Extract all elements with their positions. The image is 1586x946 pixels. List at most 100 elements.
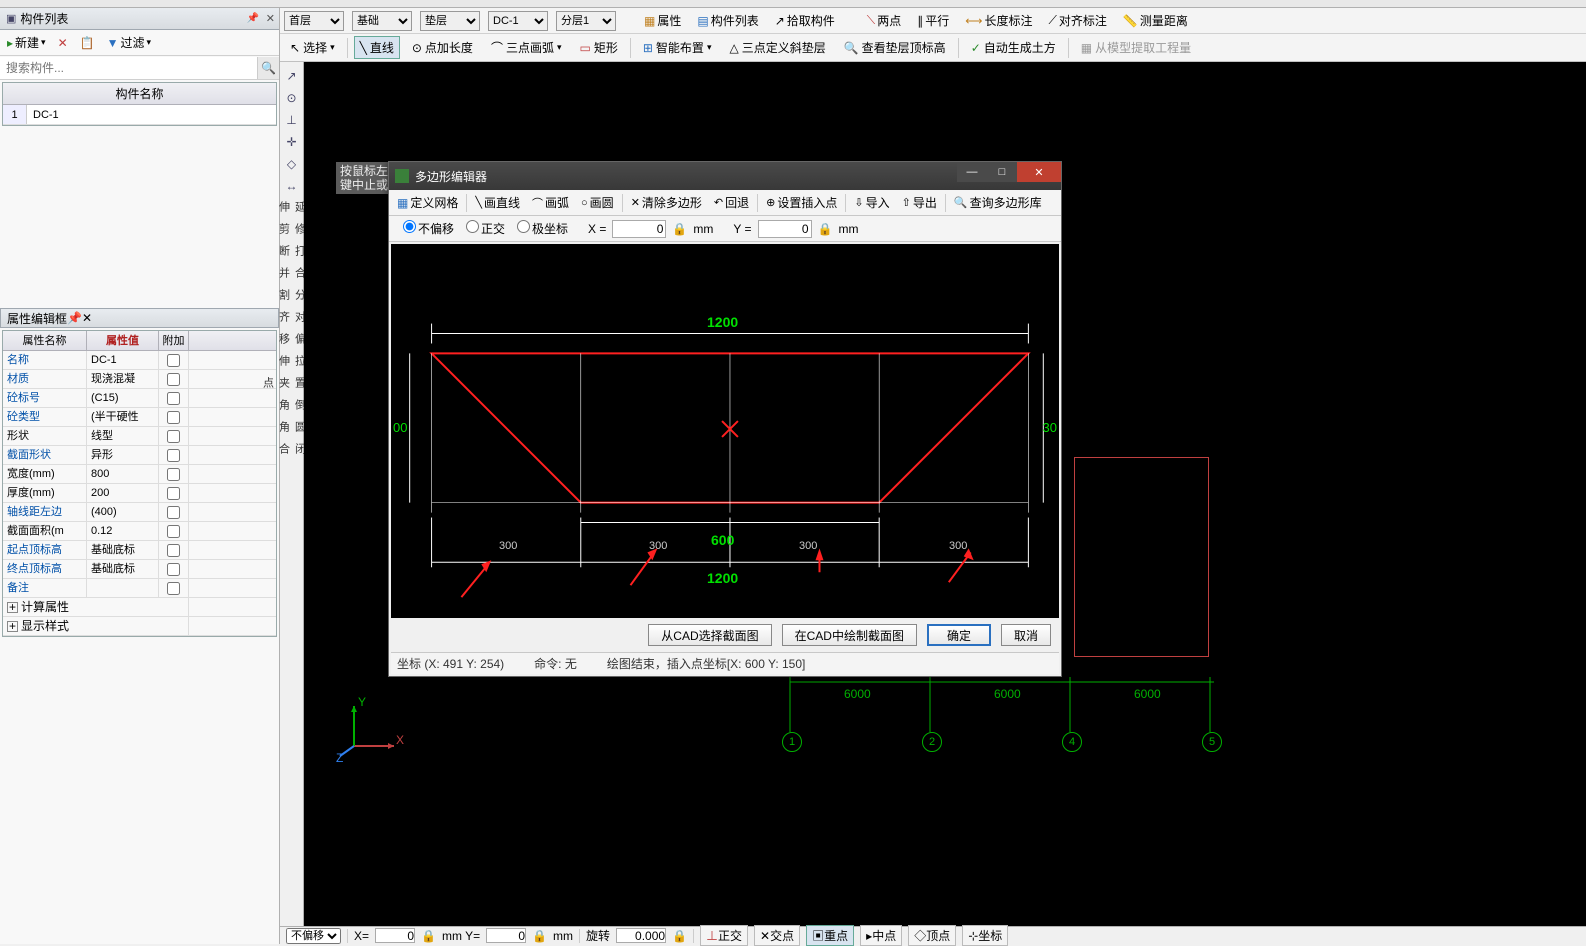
pick-component-button[interactable]: ↗拾取构件	[771, 10, 839, 31]
property-row[interactable]: 厚度(mm)200	[3, 484, 276, 503]
side-tool[interactable]: ⊙	[282, 88, 302, 108]
two-point-button[interactable]: ⟍两点	[863, 10, 905, 31]
prop-value[interactable]: 200	[87, 484, 159, 502]
align-dim-button[interactable]: ⟋对齐标注	[1044, 10, 1110, 31]
x-input[interactable]	[612, 220, 666, 238]
side-tool[interactable]: 设置夹点	[282, 374, 302, 394]
prop-value[interactable]: (半干硬性	[87, 408, 159, 426]
export-button[interactable]: ⇧导出	[898, 192, 941, 213]
floor-select[interactable]: 首层	[284, 11, 344, 31]
dialog-canvas[interactable]: 1200 600 1200 300 300 300 300 00 30	[391, 244, 1059, 618]
expand-row[interactable]: +显示样式	[3, 617, 276, 636]
side-tool[interactable]: ◇	[282, 154, 302, 174]
prop-extra[interactable]	[159, 408, 189, 426]
arc-button[interactable]: ⌒三点画弧▾	[485, 36, 568, 59]
property-row[interactable]: 名称DC-1	[3, 351, 276, 370]
set-insert-button[interactable]: ⊕设置插入点	[762, 192, 841, 213]
length-dim-button[interactable]: ⟷长度标注	[961, 10, 1036, 31]
property-row[interactable]: 砼标号(C15)	[3, 389, 276, 408]
rect-button[interactable]: ▭矩形	[574, 36, 624, 59]
from-cad-button[interactable]: 从CAD选择截面图	[648, 624, 771, 646]
side-tool[interactable]: ⊥	[282, 110, 302, 130]
maximize-button[interactable]: □	[987, 162, 1017, 182]
property-row[interactable]: 砼类型(半干硬性	[3, 408, 276, 427]
type-select[interactable]: 基础	[352, 11, 412, 31]
no-offset-radio[interactable]: 不偏移	[397, 220, 454, 237]
pin-icon[interactable]: 📌	[67, 311, 82, 325]
sublayer-select[interactable]: 分层1	[556, 11, 616, 31]
prop-value[interactable]: 0.12	[87, 522, 159, 540]
close-button[interactable]: ✕	[1017, 162, 1061, 182]
prop-extra[interactable]	[159, 465, 189, 483]
status-y-input[interactable]	[486, 928, 526, 943]
prop-extra[interactable]	[159, 427, 189, 445]
side-tool[interactable]: 延伸	[282, 198, 302, 218]
prop-extra[interactable]	[159, 579, 189, 597]
property-row[interactable]: 备注	[3, 579, 276, 598]
select-button[interactable]: ↖选择▾	[284, 36, 341, 59]
search-input[interactable]	[0, 57, 257, 79]
side-tool[interactable]: 偏移	[282, 330, 302, 350]
prop-value[interactable]: (C15)	[87, 389, 159, 407]
smart-layout-button[interactable]: ⊞智能布置▾	[637, 36, 718, 59]
point-length-button[interactable]: ⊙点加长度	[406, 36, 479, 59]
side-tool[interactable]: 修剪	[282, 220, 302, 240]
ok-button[interactable]: 确定	[927, 624, 991, 646]
status-rot-input[interactable]	[616, 928, 666, 943]
side-tool[interactable]: 分割	[282, 286, 302, 306]
measure-button[interactable]: 📏测量距离	[1119, 10, 1192, 31]
component-select[interactable]: DC-1	[488, 11, 548, 31]
center-toggle[interactable]: ▣重点	[806, 925, 854, 946]
auto-soil-button[interactable]: ✓自动生成土方	[965, 36, 1062, 59]
side-tool[interactable]: ✛	[282, 132, 302, 152]
side-tool[interactable]: 对齐	[282, 308, 302, 328]
delete-button[interactable]: ✕	[55, 34, 71, 52]
search-button[interactable]: 🔍	[257, 57, 279, 79]
prop-extra[interactable]	[159, 370, 189, 388]
new-button[interactable]: ▸新建▾	[4, 32, 49, 53]
y-input[interactable]	[758, 220, 812, 238]
ortho-radio[interactable]: 正交	[460, 220, 505, 237]
draw-circle-button[interactable]: ○画圆	[577, 192, 618, 213]
coord-toggle[interactable]: ⊹坐标	[962, 925, 1008, 946]
dialog-titlebar[interactable]: 多边形编辑器 — □ ✕	[389, 162, 1061, 190]
query-lib-button[interactable]: 🔍查询多边形库	[950, 192, 1046, 213]
prop-value[interactable]: 基础底标	[87, 541, 159, 559]
prop-extra[interactable]	[159, 503, 189, 521]
parallel-button[interactable]: ∥平行	[913, 10, 953, 31]
prop-value[interactable]: 基础底标	[87, 560, 159, 578]
clear-polygon-button[interactable]: ✕清除多边形	[627, 192, 706, 213]
property-row[interactable]: 材质现浇混凝	[3, 370, 276, 389]
to-cad-button[interactable]: 在CAD中绘制截面图	[782, 624, 917, 646]
prop-value[interactable]: (400)	[87, 503, 159, 521]
side-tool[interactable]: 打断	[282, 242, 302, 262]
top-toggle[interactable]: ◇顶点	[908, 925, 956, 946]
mid-toggle[interactable]: ▸中点	[860, 925, 902, 946]
prop-value[interactable]: 异形	[87, 446, 159, 464]
expand-row[interactable]: +计算属性	[3, 598, 276, 617]
side-tool[interactable]: 倒角	[282, 396, 302, 416]
side-tool[interactable]: 合并	[282, 264, 302, 284]
prop-value[interactable]: 800	[87, 465, 159, 483]
property-row[interactable]: 形状线型	[3, 427, 276, 446]
property-row[interactable]: 终点顶标高基础底标	[3, 560, 276, 579]
property-row[interactable]: 起点顶标高基础底标	[3, 541, 276, 560]
prop-value[interactable]	[87, 579, 159, 597]
prop-extra[interactable]	[159, 389, 189, 407]
slope-layer-button[interactable]: △三点定义斜垫层	[723, 36, 831, 59]
property-row[interactable]: 轴线距左边(400)	[3, 503, 276, 522]
table-row[interactable]: 1 DC-1	[3, 105, 276, 125]
polar-radio[interactable]: 极坐标	[511, 220, 568, 237]
prop-extra[interactable]	[159, 446, 189, 464]
copy-button[interactable]: 📋	[77, 34, 98, 52]
component-list-button[interactable]: ▤构件列表	[693, 10, 762, 31]
view-top-button[interactable]: 🔍查看垫层顶标高	[838, 36, 952, 59]
offset-select[interactable]: 不偏移	[286, 928, 341, 944]
side-tool[interactable]: 拉伸	[282, 352, 302, 372]
side-tool[interactable]: ↔	[282, 176, 302, 196]
layer-select[interactable]: 垫层	[420, 11, 480, 31]
prop-extra[interactable]	[159, 522, 189, 540]
prop-extra[interactable]	[159, 484, 189, 502]
draw-arc-button[interactable]: ⌒画弧	[528, 192, 573, 213]
property-row[interactable]: 截面面积(m0.12	[3, 522, 276, 541]
